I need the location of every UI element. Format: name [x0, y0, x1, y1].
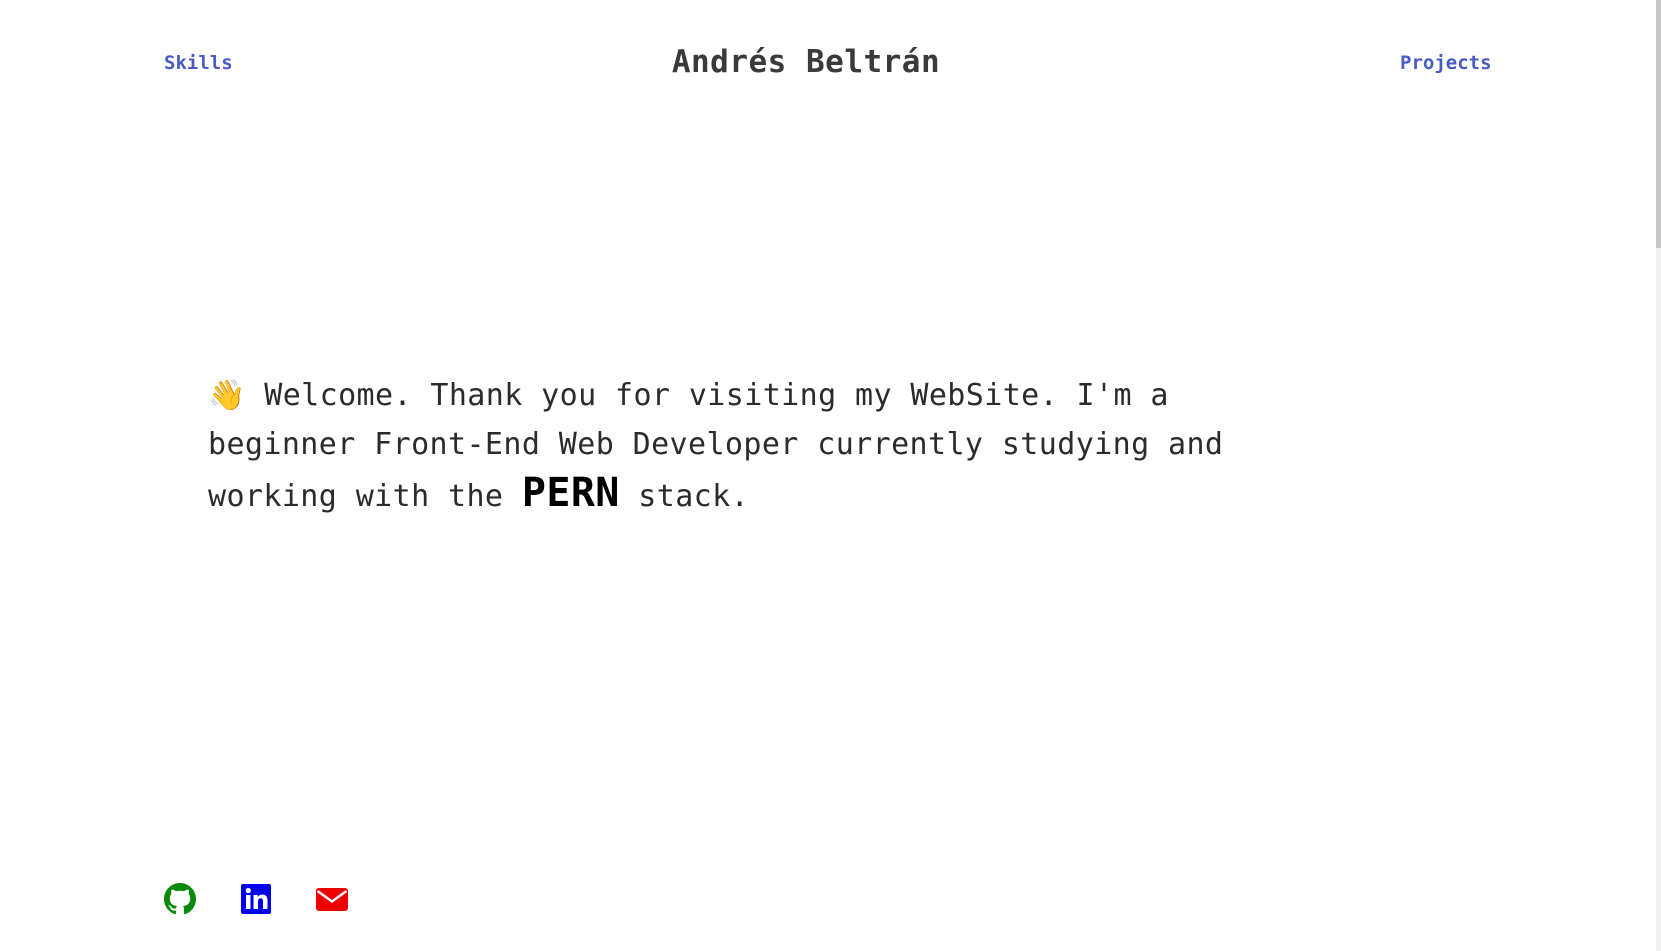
github-icon: [164, 883, 196, 915]
scrollbar-thumb[interactable]: [1656, 0, 1661, 248]
social-links: [164, 883, 348, 915]
email-link[interactable]: [316, 883, 348, 915]
waving-hand-icon: 👋: [208, 378, 246, 413]
intro-paragraph: 👋 Welcome. Thank you for visiting my Web…: [208, 371, 1328, 521]
envelope-icon: [316, 888, 348, 911]
linkedin-link[interactable]: [240, 883, 272, 915]
page: Skills Andrés Beltrán Projects 👋 Welcome…: [0, 0, 1661, 951]
stack-highlight: PERN: [521, 470, 620, 516]
github-link[interactable]: [164, 883, 196, 915]
nav-projects-link[interactable]: Projects: [1400, 50, 1492, 76]
intro-text-after: stack.: [638, 479, 750, 514]
site-title: Andrés Beltrán: [671, 44, 941, 80]
vertical-scrollbar[interactable]: [1656, 0, 1661, 951]
linkedin-icon: [241, 884, 271, 914]
